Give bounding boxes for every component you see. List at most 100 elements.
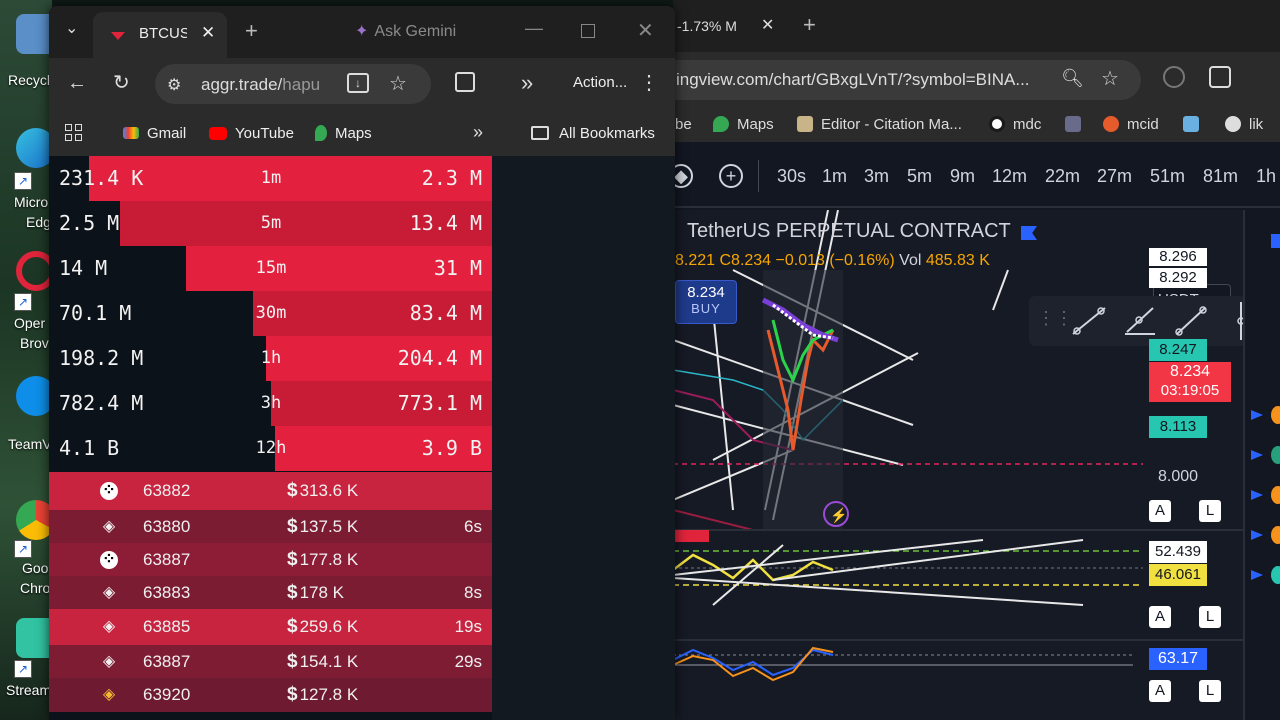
timeframe-81m[interactable]: 81m xyxy=(1203,166,1238,187)
volume-stat-row: 4.1 B 12h 3.9 B xyxy=(49,426,492,471)
menu-icon[interactable]: ⋮ xyxy=(639,70,659,95)
tab-search-icon[interactable]: ⌄ xyxy=(65,18,78,38)
desktop-icon-streamlabs[interactable]: ↗ Stream xyxy=(0,612,52,712)
coin-icon[interactable] xyxy=(1271,406,1280,424)
bookmark-lik[interactable]: lik xyxy=(1225,116,1263,133)
install-app-icon[interactable]: ↓ xyxy=(347,73,369,93)
auto-scale-button[interactable]: A xyxy=(1149,500,1171,522)
extensions-icon[interactable] xyxy=(1209,66,1231,88)
log-scale-button[interactable]: L xyxy=(1199,680,1221,702)
bookmark-mcid[interactable]: mcid xyxy=(1103,116,1159,133)
trade-price: 63887 xyxy=(143,550,191,569)
bookmark-maps[interactable]: Maps xyxy=(315,125,372,142)
timeframe-27m[interactable]: 27m xyxy=(1097,166,1132,187)
add-icon[interactable]: + xyxy=(719,164,743,188)
desktop-icon-recycle-bin[interactable]: Recycl xyxy=(0,8,52,108)
trade-amount: $154.1 K xyxy=(287,645,358,678)
coin-icon[interactable] xyxy=(1271,526,1280,544)
desktop-icon-chrome[interactable]: ↗ Goo Chro xyxy=(0,494,52,596)
gmail-icon xyxy=(123,127,139,139)
bookmark-youtube[interactable]: be xyxy=(675,116,692,133)
ask-gemini-button[interactable]: ✦ Ask Gemini xyxy=(355,21,456,41)
address-bar[interactable]: ⚙ aggr.trade/hapu ↓ ☆ xyxy=(155,64,431,104)
mdc-icon xyxy=(989,116,1005,132)
timeframe-1h[interactable]: 1h xyxy=(1256,166,1276,187)
bookmark-star-icon[interactable]: ☆ xyxy=(389,71,407,96)
buy-button[interactable]: 8.234 BUY xyxy=(675,280,737,324)
bookmark-unnamed[interactable] xyxy=(1065,116,1089,133)
close-tab-icon[interactable]: ✕ xyxy=(201,23,215,43)
more-bookmarks-icon[interactable]: » xyxy=(473,122,483,143)
close-window-button[interactable]: ✕ xyxy=(637,18,654,43)
desktop-icon-teamviewer[interactable]: TeamV xyxy=(0,370,52,470)
bookmark-maps[interactable]: Maps xyxy=(713,116,774,133)
watchlist-flag-icon[interactable] xyxy=(1271,234,1280,248)
empty-pane xyxy=(492,156,675,720)
coin-icon[interactable] xyxy=(1271,566,1280,584)
site-info-icon[interactable]: ⚙ xyxy=(167,75,181,95)
timeframe-1m[interactable]: 1m xyxy=(822,166,847,187)
tab-tradingview[interactable]: -1.73% M ✕ xyxy=(673,8,783,44)
trade-amount-value: 137.5 K xyxy=(299,517,359,536)
price-label: 46.061 xyxy=(1149,564,1207,586)
timeframe-12m[interactable]: 12m xyxy=(992,166,1027,187)
desktop-icon-label: Recycl xyxy=(8,72,51,88)
bookmark-mdc[interactable]: mdc xyxy=(989,116,1041,133)
close-tab-icon[interactable]: ✕ xyxy=(761,8,774,44)
timeframe-5m[interactable]: 5m xyxy=(907,166,932,187)
bookmark-icon xyxy=(1065,116,1081,132)
bookmark-youtube[interactable]: YouTube xyxy=(209,125,294,142)
address-bar[interactable]: ingview.com/chart/GBxgLVnT/?symbol=BINA.… xyxy=(673,60,1141,100)
sell-volume: 2.3 M xyxy=(421,166,482,190)
maximize-button[interactable] xyxy=(581,24,595,38)
log-scale-button[interactable]: L xyxy=(1199,500,1221,522)
all-bookmarks-button[interactable]: All Bookmarks xyxy=(531,125,655,142)
trade-amount-value: 154.1 K xyxy=(299,652,359,671)
citation-icon xyxy=(797,116,813,132)
volume-stat-row: 2.5 M 5m 13.4 M xyxy=(49,201,492,246)
desktop-icon-label: Edg xyxy=(26,214,51,230)
coin-icon[interactable] xyxy=(1271,446,1280,464)
tradingview-app: ◆ + 30s 1m 3m 5m 9m 12m 22m 27m 51m 81m … xyxy=(673,142,1280,720)
new-tab-button[interactable]: + xyxy=(803,12,816,38)
price-label: 8.113 xyxy=(1149,416,1207,438)
apps-icon[interactable] xyxy=(65,124,83,142)
zoom-icon[interactable]: 🔍︎ xyxy=(1061,68,1084,89)
desktop-icon-edge[interactable]: ↗ Micro Edg xyxy=(0,122,52,230)
auto-scale-button[interactable]: A xyxy=(1149,680,1171,702)
auto-scale-button[interactable]: A xyxy=(1149,606,1171,628)
trade-amount: $137.5 K xyxy=(287,510,358,543)
timeframe-9m[interactable]: 9m xyxy=(950,166,975,187)
price-chart[interactable]: ⚡ TetherUS PERPETUAL CONTRACT 8.221 C8.2… xyxy=(673,210,1243,720)
minimize-button[interactable]: — xyxy=(525,18,543,39)
action-button[interactable]: Action... xyxy=(573,74,627,91)
more-extensions-icon[interactable]: » xyxy=(521,70,533,96)
buy-volume: 198.2 M xyxy=(59,346,144,370)
sync-icon[interactable] xyxy=(1163,66,1185,88)
timeframe-30s[interactable]: 30s xyxy=(777,166,806,187)
timeframe-label: 1m xyxy=(260,168,282,188)
bookmark-cloud[interactable] xyxy=(1183,116,1207,133)
reload-button[interactable]: ↻ xyxy=(113,70,130,95)
timeframe-3m[interactable]: 3m xyxy=(864,166,889,187)
bookmark-star-icon[interactable]: ☆ xyxy=(1101,66,1119,91)
bookmark-citation-machine[interactable]: Editor - Citation Ma... xyxy=(797,116,962,133)
folder-icon xyxy=(531,126,549,140)
back-button[interactable]: ← xyxy=(67,72,87,95)
tab-aggr[interactable]: BTCUSD ✕ xyxy=(93,12,227,58)
log-scale-button[interactable]: L xyxy=(1199,606,1221,628)
bookmark-gmail[interactable]: Gmail xyxy=(123,125,186,142)
price-label: 8.247 xyxy=(1149,339,1207,361)
new-tab-button[interactable]: + xyxy=(245,18,258,44)
extensions-icon[interactable] xyxy=(455,72,475,92)
trade-price: 63885 xyxy=(143,617,191,636)
coin-icon[interactable] xyxy=(1271,486,1280,504)
volume-label: Vol xyxy=(899,252,922,269)
alert-icon[interactable]: ◆ xyxy=(673,164,693,188)
timeframe-51m[interactable]: 51m xyxy=(1150,166,1185,187)
desktop-icon-opera[interactable]: ↗ Oper Brov xyxy=(0,245,52,351)
countdown: 03:19:05 xyxy=(1160,382,1220,399)
ohlc-readout: 8.221 C8.234 −0.013 (−0.16%) Vol 485.83 … xyxy=(675,252,990,270)
tab-bar: -1.73% M ✕ + xyxy=(673,0,1280,52)
timeframe-22m[interactable]: 22m xyxy=(1045,166,1080,187)
